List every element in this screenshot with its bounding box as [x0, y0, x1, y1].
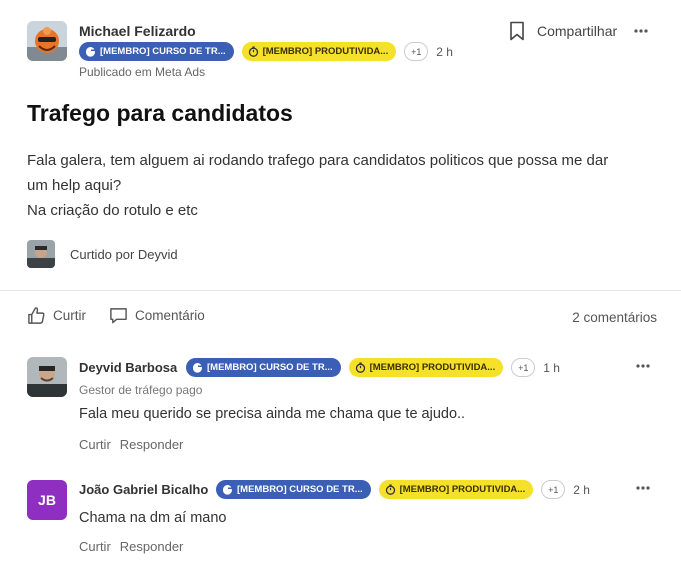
comment-badges: [MEMBRO] CURSO DE TR... [MEMBRO] PRODUTI… — [186, 358, 560, 377]
comment-label: Comentário — [135, 308, 205, 323]
stopwatch-icon — [248, 46, 258, 57]
comment-text: Fala meu querido se precisa ainda me cha… — [79, 406, 466, 422]
stopwatch-icon — [385, 484, 395, 495]
productivity-badge[interactable]: [MEMBRO] PRODUTIVIDA... — [378, 480, 534, 499]
author-name[interactable]: Michael Felizardo — [79, 23, 196, 39]
course-badge[interactable]: [MEMBRO] CURSO DE TR... — [216, 480, 371, 499]
course-badge-label: [MEMBRO] CURSO DE TR... — [237, 484, 363, 495]
liked-by-row[interactable]: Curtido por Deyvid — [27, 240, 178, 268]
comment-author-name[interactable]: João Gabriel Bicalho — [79, 482, 208, 497]
author-avatar[interactable] — [27, 21, 67, 61]
comment-time: 1 h — [543, 360, 560, 375]
comment-time: 2 h — [573, 482, 590, 497]
comment-actions: Curtir Responder — [79, 539, 183, 554]
comment-actions: Curtir Responder — [79, 437, 183, 452]
course-badge-label: [MEMBRO] CURSO DE TR... — [100, 46, 226, 57]
post-body-line: um help aqui? — [27, 177, 122, 194]
course-badge-label: [MEMBRO] CURSO DE TR... — [207, 362, 333, 373]
share-button[interactable]: Compartilhar — [509, 21, 617, 41]
published-in[interactable]: Publicado em Meta Ads — [79, 65, 205, 79]
comment-bubble-icon — [110, 308, 127, 324]
post-body-line: Fala galera, tem alguem ai rodando trafe… — [27, 152, 609, 169]
comment-more-options-icon[interactable] — [635, 480, 651, 496]
productivity-badge-label: [MEMBRO] PRODUTIVIDA... — [262, 46, 389, 57]
comment-text: Chama na dm aí mano — [79, 510, 227, 526]
post-title: Trafego para candidatos — [27, 100, 293, 126]
liked-by-text: Curtido por Deyvid — [70, 246, 178, 262]
course-badge[interactable]: [MEMBRO] CURSO DE TR... — [79, 42, 234, 61]
comment-like-button[interactable]: Curtir — [79, 539, 111, 554]
comment-reply-button[interactable]: Responder — [120, 539, 184, 554]
thumbs-up-icon — [28, 307, 45, 324]
comment-badges: [MEMBRO] CURSO DE TR... [MEMBRO] PRODUTI… — [216, 480, 590, 499]
share-label: Compartilhar — [537, 23, 618, 39]
post-card: Michael Felizardo [MEMBRO] CURSO DE TR..… — [0, 0, 681, 573]
productivity-badge[interactable]: [MEMBRO] PRODUTIVIDA... — [348, 358, 504, 377]
author-badges: [MEMBRO] CURSO DE TR... [MEMBRO] PRODUTI… — [79, 42, 453, 61]
comment-author-title: Gestor de tráfego pago — [79, 383, 203, 397]
bookmark-icon — [510, 21, 524, 41]
comment-author-name[interactable]: Deyvid Barbosa — [79, 360, 177, 375]
stopwatch-icon — [355, 362, 365, 373]
liker-avatar — [27, 240, 55, 268]
divider — [0, 290, 681, 291]
productivity-badge-label: [MEMBRO] PRODUTIVIDA... — [369, 362, 496, 373]
productivity-badge-label: [MEMBRO] PRODUTIVIDA... — [399, 484, 526, 495]
more-badges-count[interactable]: +1 — [541, 480, 566, 499]
like-label: Curtir — [53, 308, 86, 323]
comment-reply-button[interactable]: Responder — [120, 437, 184, 452]
comment-like-button[interactable]: Curtir — [79, 437, 111, 452]
course-icon — [85, 47, 95, 57]
more-badges-count[interactable]: +1 — [511, 358, 536, 377]
like-button[interactable]: Curtir — [27, 306, 86, 325]
more-badges-count[interactable]: +1 — [404, 42, 429, 61]
post-body: Fala galera, tem alguem ai rodando trafe… — [27, 148, 667, 223]
comment-avatar[interactable] — [27, 357, 67, 397]
course-badge[interactable]: [MEMBRO] CURSO DE TR... — [186, 358, 341, 377]
post-more-options-icon[interactable] — [633, 23, 649, 39]
post-body-line: Na criação do rotulo e etc — [27, 202, 198, 219]
comment-button[interactable]: Comentário — [109, 306, 205, 325]
course-icon — [222, 485, 232, 495]
comment-avatar[interactable]: JB — [27, 480, 67, 520]
comment-more-options-icon[interactable] — [635, 358, 651, 374]
post-time: 2 h — [436, 44, 453, 59]
course-icon — [192, 363, 202, 373]
comment-count[interactable]: 2 comentários — [572, 310, 657, 325]
productivity-badge[interactable]: [MEMBRO] PRODUTIVIDA... — [241, 42, 397, 61]
